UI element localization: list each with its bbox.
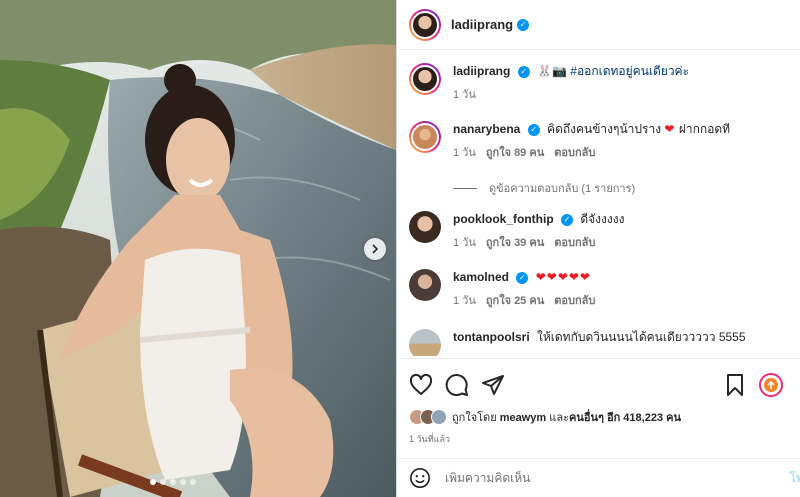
verified-badge-icon: ✓: [517, 65, 530, 78]
comment-avatar[interactable]: [409, 269, 441, 301]
post-photo[interactable]: [0, 0, 396, 497]
comment-username[interactable]: nanarybena: [453, 122, 520, 136]
share-icon[interactable]: [481, 373, 505, 397]
comment-text: ดีจังงงงง: [580, 212, 625, 226]
post-dialog: ladiiprang ✓ ladiiprang ✓ 🐰📷 #ออกเดทอยู่…: [0, 0, 800, 497]
comment-text: ❤❤❤❤❤: [535, 270, 591, 284]
author-avatar[interactable]: [409, 8, 441, 41]
heart-icon[interactable]: [409, 373, 433, 397]
chevron-right-icon: [372, 244, 379, 254]
verified-badge-icon: ✓: [527, 123, 540, 136]
comment-likes-count[interactable]: ถูกใจ 25 คน: [486, 291, 544, 309]
comment-item: tontanpoolsri ให้เดทกับดวินนนนได้คนเดียว…: [409, 329, 792, 356]
photo-image: [0, 0, 396, 497]
carousel-dot: [180, 479, 186, 485]
comment-likes-count[interactable]: ถูกใจ 89 คน: [486, 143, 544, 161]
comment-text-2: ฝากกอดที: [678, 122, 731, 136]
comment-time: 1 วัน: [453, 147, 476, 159]
comment-username[interactable]: pooklook_fonthip: [453, 212, 554, 226]
comment-username[interactable]: ladiiprang: [453, 64, 510, 78]
comments-list: ladiiprang ✓ 🐰📷 #ออกเดทอยู่คนเดียวค่ะ 1 …: [397, 51, 800, 356]
emoji-icon[interactable]: [409, 467, 431, 489]
reply-button[interactable]: ตอบกลับ: [554, 143, 595, 161]
post-timestamp[interactable]: 1 วันที่แล้ว: [409, 432, 450, 446]
story-icon[interactable]: [759, 373, 783, 397]
liker-avatar: [431, 409, 447, 425]
post-actions-bar: [397, 358, 800, 408]
likes-and: และ: [549, 412, 569, 424]
view-replies-button[interactable]: ดูข้อความตอบกลับ (1 รายการ): [453, 179, 635, 197]
comment-time: 1 วัน: [453, 295, 476, 307]
hashtag-link[interactable]: #ออกเดทอยู่คนเดียวค่ะ: [570, 64, 689, 78]
comment-avatar[interactable]: [409, 121, 441, 153]
carousel-dot: [190, 479, 196, 485]
comment-emoji: 🐰📷: [537, 64, 567, 78]
comment-item: pooklook_fonthip ✓ ดีจังงงงง 1 วัน ถูกใจ…: [409, 211, 792, 251]
carousel-next-button[interactable]: [364, 238, 386, 260]
carousel-dots: [150, 479, 196, 485]
post-comment-button[interactable]: โพ: [790, 469, 800, 488]
carousel-dot: [150, 479, 156, 485]
comment-item: kamolned ✓ ❤❤❤❤❤ 1 วัน ถูกใจ 25 คน ตอบกล…: [409, 269, 792, 309]
comment-item: nanarybena ✓ คิดถึงคนข้างๆน้าปราง ❤ ฝากก…: [409, 121, 792, 161]
author-username[interactable]: ladiiprang: [451, 17, 513, 32]
likes-others[interactable]: คนอื่นๆ อีก 418,223 คน: [569, 412, 681, 424]
carousel-dot: [160, 479, 166, 485]
comment-username[interactable]: tontanpoolsri: [453, 330, 530, 344]
liker-username[interactable]: meawym: [500, 412, 546, 424]
post-header: ladiiprang ✓: [397, 0, 800, 50]
comment-username[interactable]: kamolned: [453, 270, 509, 284]
comment-time: 1 วัน: [453, 89, 476, 101]
add-comment-bar: โพ: [397, 458, 800, 497]
comment-likes-count[interactable]: ถูกใจ 39 คน: [486, 233, 544, 251]
verified-badge-icon: ✓: [516, 271, 529, 284]
caption-comment: ladiiprang ✓ 🐰📷 #ออกเดทอยู่คนเดียวค่ะ 1 …: [409, 63, 792, 103]
verified-badge-icon: ✓: [517, 18, 530, 31]
comment-icon[interactable]: [445, 373, 469, 397]
reply-button[interactable]: ตอบกลับ: [554, 233, 595, 251]
post-side-panel: ladiiprang ✓ ladiiprang ✓ 🐰📷 #ออกเดทอยู่…: [396, 0, 800, 497]
reply-button[interactable]: ตอบกลับ: [554, 291, 595, 309]
comment-text: คิดถึงคนข้างๆน้าปราง: [547, 122, 662, 136]
comment-avatar[interactable]: [409, 211, 441, 243]
divider: [453, 187, 477, 189]
likes-prefix: ถูกใจโดย: [452, 412, 497, 424]
comment-avatar[interactable]: [409, 63, 441, 95]
heart-emoji: ❤: [664, 122, 676, 136]
comment-time: 1 วัน: [453, 237, 476, 249]
verified-badge-icon: ✓: [561, 213, 573, 226]
bookmark-icon[interactable]: [723, 373, 747, 397]
likes-summary[interactable]: ถูกใจโดย meawym และคนอื่นๆ อีก 418,223 ค…: [409, 408, 681, 426]
comment-text: ให้เดทกับดวินนนนได้คนเดียววววว 5555: [537, 330, 746, 344]
comment-avatar[interactable]: [409, 329, 441, 356]
view-replies-label: ดูข้อความตอบกลับ (1 รายการ): [489, 183, 636, 195]
carousel-dot: [170, 479, 176, 485]
comment-input[interactable]: [445, 471, 765, 485]
